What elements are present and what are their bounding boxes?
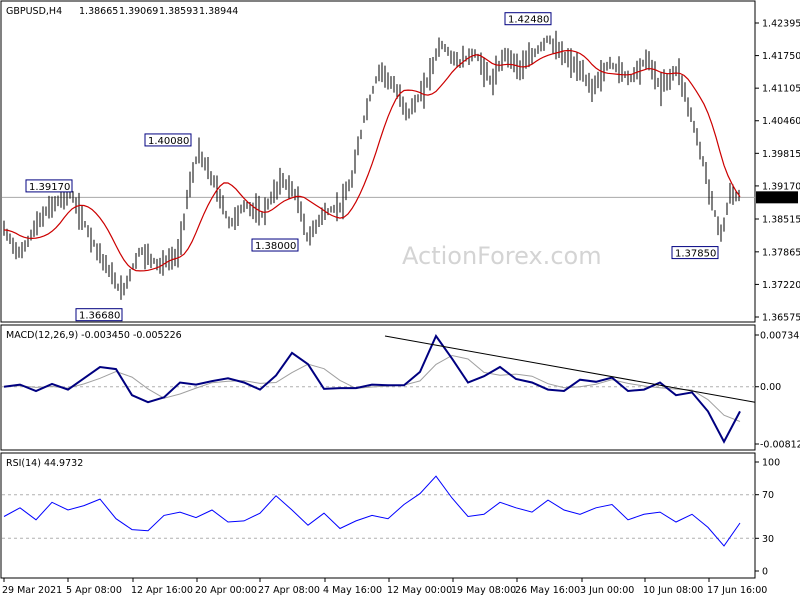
price-tick-label: 1.37220 — [762, 280, 800, 291]
price-header-symbol: GBPUSD,H4 — [6, 6, 62, 17]
x-tick-label: 29 Mar 2021 — [2, 585, 62, 596]
macd-tick-label: -0.008126 — [760, 440, 800, 451]
price-annotation-label: 1.39170 — [29, 182, 70, 193]
x-tick-label: 12 Apr 16:00 — [131, 585, 193, 596]
macd-tick-label: 0.007342 — [760, 331, 800, 342]
price-tick-label: 1.38515 — [762, 215, 800, 226]
price-tick-label: 1.42395 — [762, 19, 800, 30]
x-tick-label: 4 May 16:00 — [323, 585, 382, 596]
price-tick-label: 1.39170 — [762, 181, 800, 192]
price-header-high: 1.39069 — [119, 6, 158, 17]
price-tick-label: 1.41105 — [762, 84, 800, 95]
price-header-open: 1.38665 — [79, 6, 118, 17]
price-annotation-label: 1.42480 — [508, 15, 549, 26]
rsi-tick-label: 0 — [762, 567, 768, 578]
price-tick-label: 1.36575 — [762, 313, 800, 324]
x-tick-label: 26 May 16:00 — [515, 585, 580, 596]
price-panel-frame — [0, 0, 756, 323]
macd-panel-frame — [0, 324, 756, 451]
x-tick-label: 27 Apr 08:00 — [258, 585, 320, 596]
rsi-tick-label: 70 — [762, 490, 774, 501]
price-annotation-label: 1.40080 — [148, 136, 189, 147]
price-annotation-label: 1.38000 — [255, 241, 296, 252]
x-tick-label: 19 May 08:00 — [451, 585, 516, 596]
rsi-tick-label: 100 — [762, 458, 780, 469]
price-header-close: 1.38944 — [199, 6, 238, 17]
price-tick-label: 1.40460 — [762, 116, 800, 127]
price-tick-label: 1.41750 — [762, 51, 800, 62]
price-tick-label: 1.37865 — [762, 247, 800, 258]
price-annotation-label: 1.36680 — [79, 311, 120, 322]
current-price-label: 1.38944 — [759, 193, 798, 204]
price-tick-label: 1.39815 — [762, 149, 800, 160]
rsi-tick-label: 30 — [762, 534, 774, 545]
x-tick-label: 12 May 00:00 — [387, 585, 452, 596]
watermark: ActionForex.com — [402, 242, 602, 270]
rsi-title: RSI(14) 44.9732 — [6, 458, 83, 469]
macd-title: MACD(12,26,9) -0.003450 -0.005226 — [6, 330, 182, 341]
chart-canvas: GBPUSD,H4 1.38665 1.39069 1.38593 1.3894… — [0, 0, 800, 596]
price-annotation-label: 1.37850 — [675, 249, 716, 260]
price-header-low: 1.38593 — [159, 6, 198, 17]
x-tick-label: 5 Apr 08:00 — [66, 585, 122, 596]
macd-tick-label: 0.00 — [760, 382, 781, 393]
x-tick-label: 17 Jun 16:00 — [707, 585, 767, 596]
x-tick-label: 10 Jun 08:00 — [643, 585, 703, 596]
x-tick-label: 20 Apr 00:00 — [195, 585, 257, 596]
x-tick-label: 3 Jun 00:00 — [580, 585, 634, 596]
